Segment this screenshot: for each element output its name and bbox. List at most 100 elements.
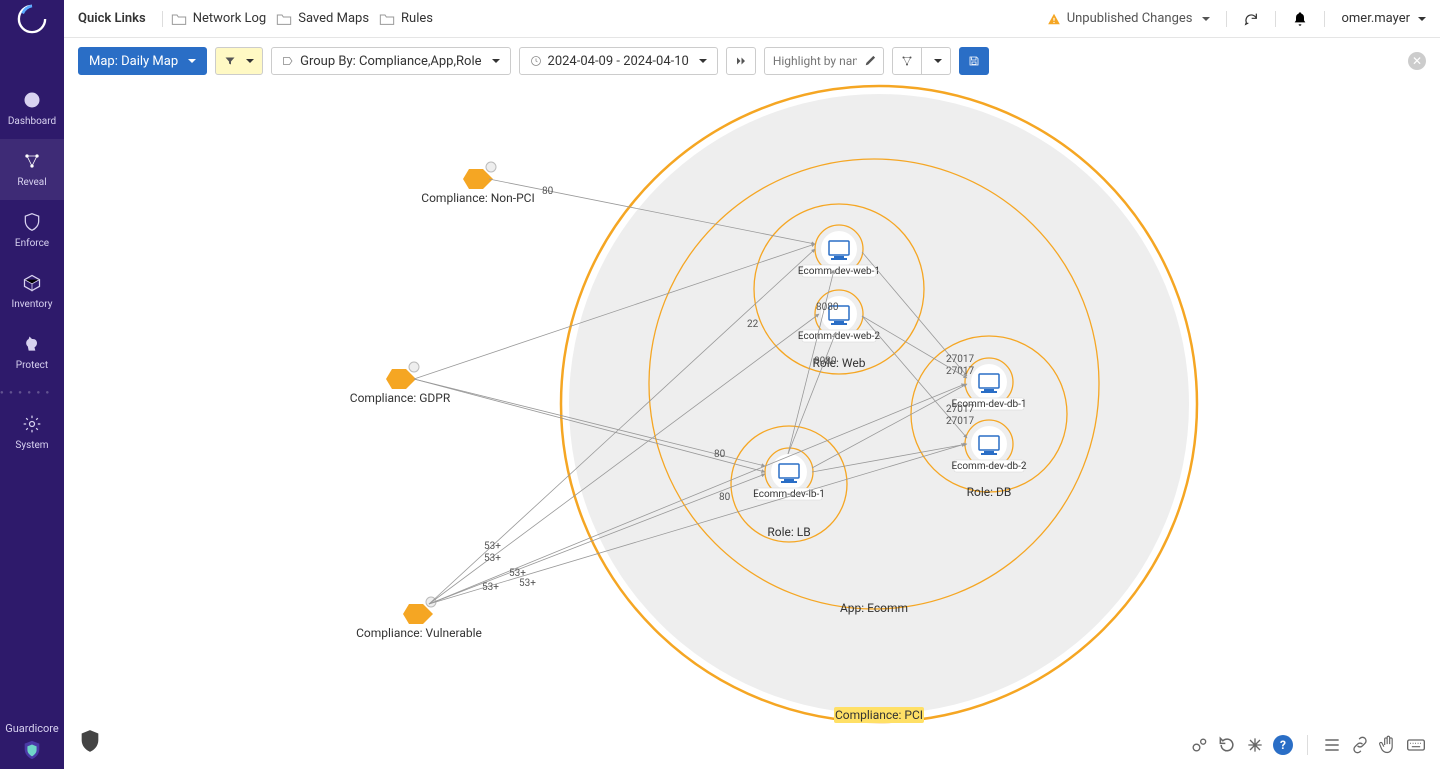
sidebar-divider-dots: ● ● ● ● ● ● (0, 389, 64, 396)
reveal-icon (22, 151, 42, 171)
ring-app-label: App: Ecomm (840, 601, 908, 615)
close-panel-button[interactable]: ✕ (1408, 52, 1426, 70)
sidebar-brand-label: Guardicore (5, 722, 59, 739)
gear-icon (22, 414, 42, 434)
quicklink-rules[interactable]: Rules (379, 11, 433, 26)
map-select-dropdown[interactable]: Map: Daily Map (78, 47, 207, 75)
sidebar: Dashboard Reveal Enforce Inventory Prote… (0, 0, 64, 769)
sidebar-item-enforce[interactable]: Enforce (0, 200, 64, 261)
filter-button[interactable] (215, 47, 263, 75)
quicklink-saved-maps[interactable]: Saved Maps (276, 11, 369, 26)
sidebar-item-system[interactable]: System (0, 402, 64, 463)
security-shield-icon[interactable] (80, 729, 100, 753)
sidebar-item-dashboard[interactable]: Dashboard (0, 78, 64, 139)
date-range-label: 2024-04-09 - 2024-04-10 (548, 54, 689, 69)
quicklink-label: Network Log (193, 11, 267, 26)
fast-forward-icon (735, 55, 747, 67)
sidebar-item-label: Dashboard (8, 116, 56, 127)
dashboard-icon (22, 90, 42, 110)
chevron-down-icon (934, 59, 942, 63)
hand-icon[interactable] (1378, 735, 1398, 755)
refresh-icon[interactable] (1243, 11, 1259, 27)
node-db2-label: Ecomm-dev-db-2 (952, 461, 1027, 472)
jump-to-end-button[interactable] (726, 47, 756, 75)
ring-role-lb-label: Role: LB (767, 525, 810, 539)
sidebar-item-label: Enforce (15, 238, 49, 249)
group-gdpr[interactable] (386, 369, 416, 389)
map-toolbar: Map: Daily Map Group By: Compliance,App,… (64, 38, 1440, 84)
svg-text:27017: 27017 (946, 416, 974, 427)
sidebar-item-label: Reveal (17, 177, 46, 188)
svg-text:80: 80 (719, 492, 731, 503)
group-by-label: Group By: Compliance,App,Role (300, 54, 481, 69)
gears-icon[interactable] (1189, 735, 1209, 755)
quicklink-label: Saved Maps (298, 11, 369, 26)
folder-icon (276, 12, 292, 26)
topbar-right: Unpublished Changes omer.mayer (1047, 11, 1426, 27)
group-nonpci-label: Compliance: Non-PCI (421, 191, 534, 205)
date-range-picker[interactable]: 2024-04-09 - 2024-04-10 (519, 47, 718, 75)
fit-icon[interactable] (1245, 735, 1265, 755)
user-menu[interactable]: omer.mayer (1341, 11, 1426, 26)
keyboard-icon[interactable] (1406, 735, 1426, 755)
ring-role-db-label: Role: DB (967, 485, 1012, 499)
svg-text:53+: 53+ (482, 582, 499, 593)
link-icon[interactable] (1350, 735, 1370, 755)
svg-text:53+: 53+ (484, 541, 501, 552)
reset-icon[interactable] (1217, 735, 1237, 755)
notifications-icon[interactable] (1292, 11, 1308, 27)
list-icon[interactable] (1322, 735, 1342, 755)
quicklink-network-log[interactable]: Network Log (171, 11, 267, 26)
svg-text:80: 80 (714, 449, 726, 460)
folder-icon (171, 12, 187, 26)
svg-text:53+: 53+ (519, 578, 536, 589)
save-button[interactable] (959, 47, 989, 75)
chevron-down-icon (246, 59, 254, 63)
layout-button[interactable] (892, 47, 922, 75)
help-icon[interactable]: ? (1273, 735, 1293, 755)
svg-text:8080: 8080 (816, 302, 839, 313)
sidebar-nav: Dashboard Reveal Enforce Inventory Prote… (0, 78, 64, 463)
chevron-down-icon (1202, 17, 1210, 21)
pencil-icon[interactable] (864, 53, 878, 67)
unpublished-label: Unpublished Changes (1067, 11, 1193, 26)
unpublished-changes-dropdown[interactable]: Unpublished Changes (1047, 11, 1211, 26)
group-nonpci[interactable] (463, 169, 493, 189)
map-canvas[interactable]: Compliance: PCI App: Ecomm Role: Web Eco… (64, 84, 1440, 769)
save-icon (968, 55, 980, 67)
guardicore-logo-icon (21, 739, 43, 761)
sidebar-item-label: Protect (16, 360, 48, 371)
label-icon (282, 55, 294, 67)
svg-text:22: 22 (747, 319, 759, 330)
map-select-label: Map: Daily Map (89, 54, 178, 69)
group-vuln[interactable] (403, 604, 433, 624)
sidebar-item-protect[interactable]: Protect (0, 322, 64, 383)
group-by-dropdown[interactable]: Group By: Compliance,App,Role (271, 47, 510, 75)
sidebar-item-inventory[interactable]: Inventory (0, 261, 64, 322)
group-gdpr-label: Compliance: GDPR (350, 391, 451, 405)
layout-dropdown[interactable] (922, 47, 951, 75)
box-icon (22, 273, 42, 293)
sidebar-item-label: Inventory (12, 299, 53, 310)
svg-text:8080: 8080 (814, 356, 837, 367)
sidebar-item-reveal[interactable]: Reveal (0, 139, 64, 200)
brand-logo (0, 0, 64, 38)
chevron-down-icon (492, 59, 500, 63)
separator (1226, 11, 1227, 27)
clock-icon (530, 55, 542, 67)
node-lb1-label: Ecomm-dev-lb-1 (753, 489, 825, 500)
highlight-field-wrap (764, 47, 884, 75)
quick-links-label: Quick Links (78, 11, 146, 26)
quicklink-label: Rules (401, 11, 433, 26)
node-web2-label: Ecomm-dev-web-2 (798, 331, 881, 342)
separator (162, 11, 163, 27)
folder-icon (379, 12, 395, 26)
chevron-down-icon (699, 59, 707, 63)
svg-text:80: 80 (542, 186, 554, 197)
separator (1324, 11, 1325, 27)
node-web1-label: Ecomm-dev-web-1 (798, 266, 880, 277)
akamai-swirl-icon (17, 4, 47, 34)
svg-text:27017: 27017 (946, 404, 974, 415)
group-vuln-label: Compliance: Vulnerable (356, 626, 482, 640)
shield-icon (22, 212, 42, 232)
